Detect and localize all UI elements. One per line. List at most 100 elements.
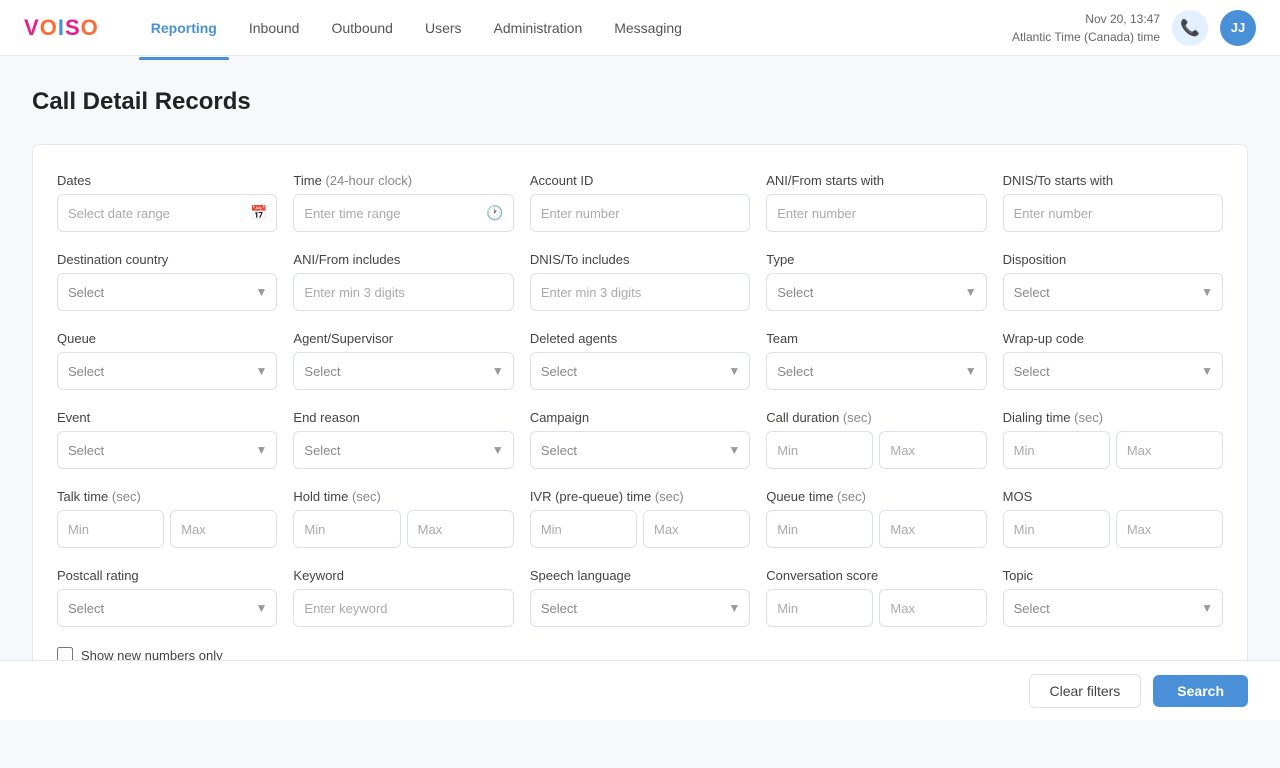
agent-select[interactable]: Select xyxy=(293,352,513,390)
ani-includes-label: ANI/From includes xyxy=(293,252,513,267)
dnis-starts-label: DNIS/To starts with xyxy=(1003,173,1223,188)
filter-group-ivr-time: IVR (pre-queue) time (sec) xyxy=(530,489,750,548)
filter-group-wrap-up: Wrap-up code Select ▼ xyxy=(1003,331,1223,390)
keyword-input[interactable] xyxy=(293,589,513,627)
hold-time-min[interactable] xyxy=(293,510,400,548)
type-select[interactable]: Select xyxy=(766,273,986,311)
talk-time-max[interactable] xyxy=(170,510,277,548)
time-input[interactable] xyxy=(293,194,513,232)
dialing-time-max[interactable] xyxy=(1116,431,1223,469)
speech-language-select[interactable]: Select xyxy=(530,589,750,627)
conversation-score-min-max xyxy=(766,589,986,627)
event-select[interactable]: Select xyxy=(57,431,277,469)
nav-links: Reporting Inbound Outbound Users Adminis… xyxy=(139,12,1012,44)
campaign-label: Campaign xyxy=(530,410,750,425)
queue-select[interactable]: Select xyxy=(57,352,277,390)
dialing-time-min[interactable] xyxy=(1003,431,1110,469)
mos-max[interactable] xyxy=(1116,510,1223,548)
talk-time-min[interactable] xyxy=(57,510,164,548)
queue-time-max[interactable] xyxy=(879,510,986,548)
phone-button[interactable]: 📞 xyxy=(1172,10,1208,46)
nav-reporting[interactable]: Reporting xyxy=(139,12,229,44)
dnis-starts-input[interactable] xyxy=(1003,194,1223,232)
end-reason-label: End reason xyxy=(293,410,513,425)
dest-country-label: Destination country xyxy=(57,252,277,267)
filter-group-dnis-starts: DNIS/To starts with xyxy=(1003,173,1223,232)
mos-label: MOS xyxy=(1003,489,1223,504)
end-reason-select[interactable]: Select xyxy=(293,431,513,469)
postcall-select[interactable]: Select xyxy=(57,589,277,627)
speech-language-label: Speech language xyxy=(530,568,750,583)
filter-group-dates: Dates 📅 xyxy=(57,173,277,232)
conversation-score-max[interactable] xyxy=(879,589,986,627)
filter-group-dest-country: Destination country Select ▼ xyxy=(57,252,277,311)
campaign-select[interactable]: Select xyxy=(530,431,750,469)
deleted-agents-select[interactable]: Select xyxy=(530,352,750,390)
filter-group-disposition: Disposition Select ▼ xyxy=(1003,252,1223,311)
avatar[interactable]: JJ xyxy=(1220,10,1256,46)
filter-group-account-id: Account ID xyxy=(530,173,750,232)
call-duration-min[interactable] xyxy=(766,431,873,469)
conversation-score-min[interactable] xyxy=(766,589,873,627)
ivr-time-min[interactable] xyxy=(530,510,637,548)
disposition-select[interactable]: Select xyxy=(1003,273,1223,311)
team-label: Team xyxy=(766,331,986,346)
agent-select-wrapper: Select ▼ xyxy=(293,352,513,390)
ani-starts-input[interactable] xyxy=(766,194,986,232)
ivr-time-max[interactable] xyxy=(643,510,750,548)
agent-label: Agent/Supervisor xyxy=(293,331,513,346)
nav-messaging[interactable]: Messaging xyxy=(602,12,694,44)
dates-input[interactable] xyxy=(57,194,277,232)
logo-s: S xyxy=(65,15,81,40)
filter-group-ani-starts: ANI/From starts with xyxy=(766,173,986,232)
call-duration-min-max xyxy=(766,431,986,469)
filter-group-event: Event Select ▼ xyxy=(57,410,277,469)
keyword-label: Keyword xyxy=(293,568,513,583)
queue-time-min[interactable] xyxy=(766,510,873,548)
hold-time-min-max xyxy=(293,510,513,548)
speech-language-select-wrapper: Select ▼ xyxy=(530,589,750,627)
time-input-wrapper: 🕐 xyxy=(293,194,513,232)
logo-o2: O xyxy=(81,15,99,40)
mos-min-max xyxy=(1003,510,1223,548)
wrap-up-select[interactable]: Select xyxy=(1003,352,1223,390)
dnis-includes-input[interactable] xyxy=(530,273,750,311)
filter-group-postcall-rating: Postcall rating Select ▼ xyxy=(57,568,277,627)
topic-select[interactable]: Select xyxy=(1003,589,1223,627)
search-button[interactable]: Search xyxy=(1153,675,1248,707)
nav-users[interactable]: Users xyxy=(413,12,474,44)
disposition-select-wrapper: Select ▼ xyxy=(1003,273,1223,311)
type-label: Type xyxy=(766,252,986,267)
call-duration-max[interactable] xyxy=(879,431,986,469)
ivr-time-min-max xyxy=(530,510,750,548)
filter-group-keyword: Keyword xyxy=(293,568,513,627)
nav-inbound[interactable]: Inbound xyxy=(237,12,312,44)
mos-min[interactable] xyxy=(1003,510,1110,548)
logo-v: V xyxy=(24,15,40,40)
team-select[interactable]: Select xyxy=(766,352,986,390)
call-duration-label: Call duration (sec) xyxy=(766,410,986,425)
campaign-select-wrapper: Select ▼ xyxy=(530,431,750,469)
filter-group-time: Time (24-hour clock) 🕐 xyxy=(293,173,513,232)
hold-time-max[interactable] xyxy=(407,510,514,548)
clear-filters-button[interactable]: Clear filters xyxy=(1029,674,1142,708)
ani-includes-input[interactable] xyxy=(293,273,513,311)
filter-group-mos: MOS xyxy=(1003,489,1223,548)
topic-label: Topic xyxy=(1003,568,1223,583)
filter-group-talk-time: Talk time (sec) xyxy=(57,489,277,548)
filter-row-1: Dates 📅 Time (24-hour clock) 🕐 Account I… xyxy=(57,173,1223,232)
event-label: Event xyxy=(57,410,277,425)
dest-country-select[interactable]: Select xyxy=(57,273,277,311)
filter-row-5: Talk time (sec) Hold time (sec) IVR xyxy=(57,489,1223,548)
hold-time-label: Hold time (sec) xyxy=(293,489,513,504)
filter-group-dnis-includes: DNIS/To includes xyxy=(530,252,750,311)
time-label: Time (24-hour clock) xyxy=(293,173,513,188)
filter-group-dialing-time: Dialing time (sec) xyxy=(1003,410,1223,469)
page-title: Call Detail Records xyxy=(32,88,1248,116)
dest-country-select-wrapper: Select ▼ xyxy=(57,273,277,311)
team-select-wrapper: Select ▼ xyxy=(766,352,986,390)
nav-outbound[interactable]: Outbound xyxy=(319,12,405,44)
nav-administration[interactable]: Administration xyxy=(482,12,595,44)
filter-group-ani-includes: ANI/From includes xyxy=(293,252,513,311)
account-id-input[interactable] xyxy=(530,194,750,232)
